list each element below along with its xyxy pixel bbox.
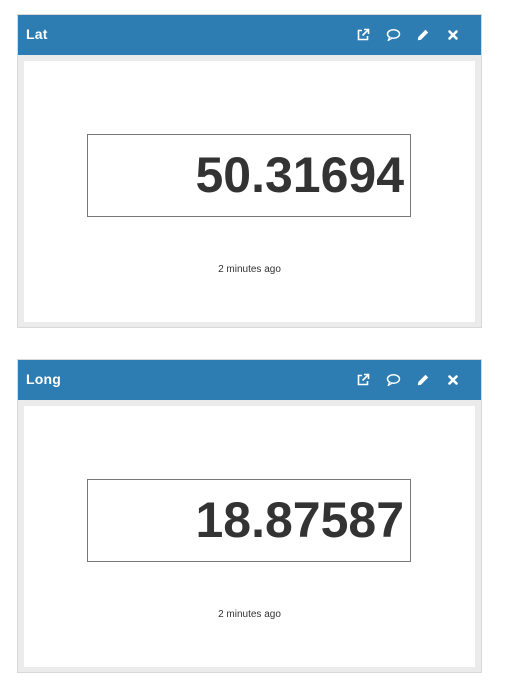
- last-updated-text: 2 minutes ago: [218, 609, 281, 620]
- widget-header: Lat: [18, 15, 481, 55]
- last-updated-text: 2 minutes ago: [218, 264, 281, 275]
- pencil-icon[interactable]: [413, 25, 433, 45]
- value-display: 50.31694: [87, 134, 411, 217]
- external-link-icon[interactable]: [353, 25, 373, 45]
- widget-lat: Lat 50.31694 2 minutes ago: [17, 14, 482, 328]
- close-icon[interactable]: [443, 370, 463, 390]
- value-text: 18.87587: [195, 492, 404, 548]
- widget-header: Long: [18, 360, 481, 400]
- widget-toolbar: [343, 25, 463, 45]
- value-text: 50.31694: [195, 147, 404, 203]
- widget-body: 50.31694 2 minutes ago: [24, 61, 475, 322]
- comment-icon[interactable]: [383, 370, 403, 390]
- widget-title: Long: [26, 371, 62, 387]
- external-link-icon[interactable]: [353, 370, 373, 390]
- widget-long: Long 18.87587 2 minutes ago: [17, 359, 482, 673]
- pencil-icon[interactable]: [413, 370, 433, 390]
- close-icon[interactable]: [443, 25, 463, 45]
- value-display: 18.87587: [87, 479, 411, 562]
- comment-icon[interactable]: [383, 25, 403, 45]
- widget-toolbar: [343, 370, 463, 390]
- widget-body: 18.87587 2 minutes ago: [24, 406, 475, 667]
- widget-title: Lat: [26, 26, 48, 42]
